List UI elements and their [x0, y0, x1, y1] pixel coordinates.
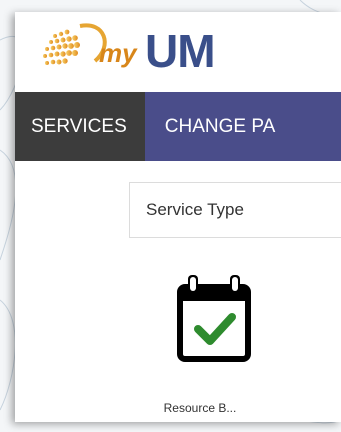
calendar-check-icon [177, 275, 251, 362]
service-type-select[interactable]: Service Type [129, 182, 341, 238]
nav-item-change-password[interactable]: CHANGE PA [144, 92, 341, 161]
logo-text-my: my [99, 38, 137, 68]
header: my UM [15, 12, 341, 92]
nav-item-services[interactable]: SERVICES [15, 92, 145, 161]
main-nav: SERVICES CHANGE PA [15, 92, 341, 161]
logo[interactable]: my UM [25, 16, 245, 86]
app-window: my UM SERVICES CHANGE PA Service Type Re… [15, 12, 341, 422]
logo-text-um: UM [145, 25, 216, 77]
service-tile-label: Resource B... [163, 401, 237, 415]
service-type-label: Service Type [146, 200, 244, 219]
service-tile-resource-booking[interactable]: Resource B... [150, 273, 251, 418]
